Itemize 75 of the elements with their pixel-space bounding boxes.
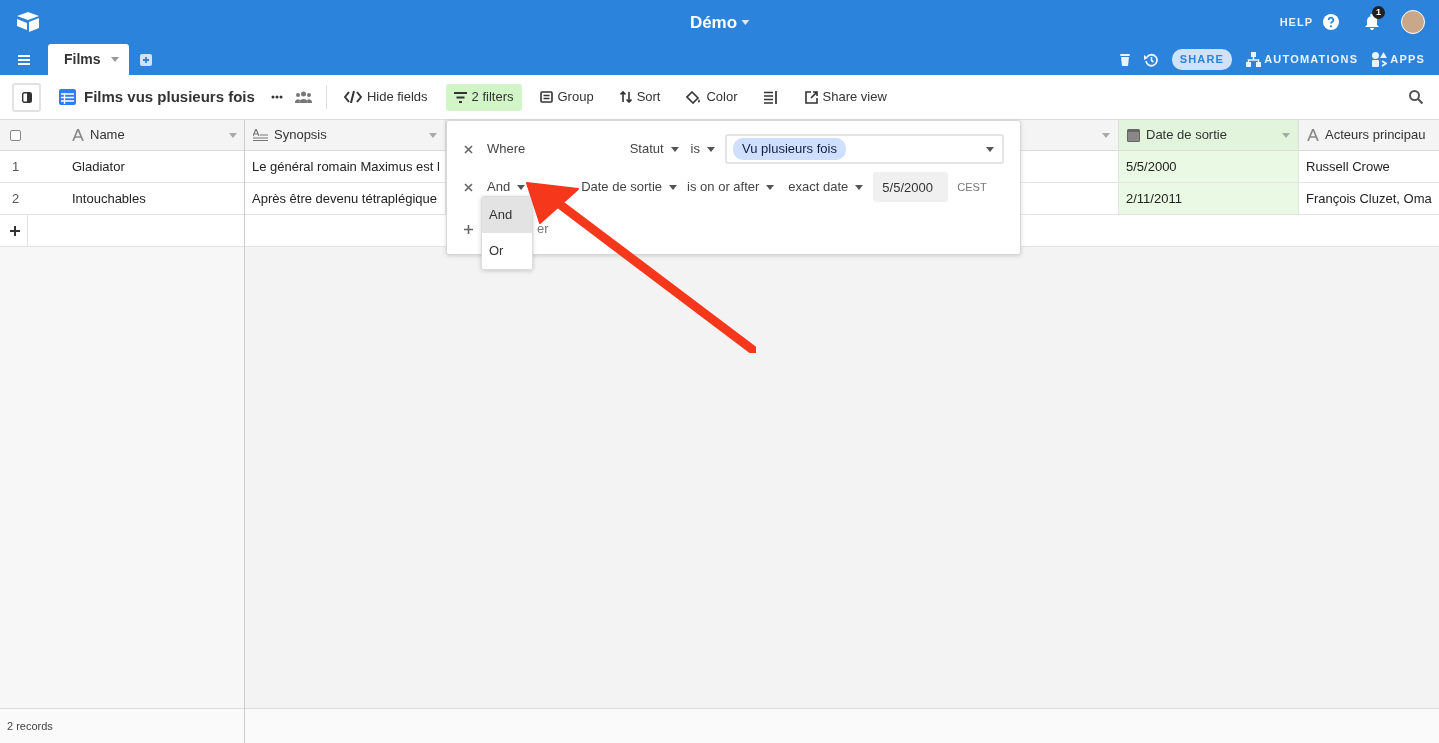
paint-bucket-icon [686, 90, 702, 104]
view-name[interactable]: Films vus plusieurs fois [84, 85, 255, 109]
box-logo-icon[interactable] [16, 12, 40, 32]
search-icon[interactable] [1409, 90, 1423, 104]
menu-icon[interactable] [18, 54, 30, 65]
paragraph-icon [253, 129, 268, 141]
code-slash-icon [343, 91, 362, 103]
share-out-icon [804, 90, 818, 104]
table-cell: 2/11/2011 [1119, 183, 1299, 214]
column-header[interactable]: Name [60, 120, 245, 150]
status-tag: Vu plusieurs fois [733, 138, 846, 160]
table-cell-text: François Cluzet, Oma [1305, 189, 1433, 208]
table-cell-text: Gladiator [71, 157, 126, 176]
sort-button[interactable]: Sort [611, 83, 669, 111]
add-row-icon[interactable] [10, 225, 20, 236]
caret-icon [429, 132, 437, 138]
grid-view-icon [59, 89, 76, 105]
row-number: 2 [11, 189, 21, 208]
caret-icon [229, 132, 237, 138]
record-count: 2 records [7, 718, 53, 734]
automations-button[interactable]: AUTOMATIONS [1246, 51, 1359, 68]
table-cell-text: Intouchables [71, 189, 147, 208]
table-cell: 5/5/2000 [1119, 151, 1299, 182]
field-dropdown[interactable]: Statut [629, 139, 679, 159]
more-icon[interactable] [270, 95, 283, 99]
caret-icon [110, 57, 119, 62]
group-button[interactable]: Group [531, 83, 602, 111]
letter-a-icon [72, 129, 84, 141]
date-input[interactable]: 5/5/2000 [873, 172, 949, 202]
share-view-button[interactable]: Share view [796, 83, 895, 111]
sidebar-icon [21, 91, 32, 103]
column-header[interactable]: Date de sortie [1119, 120, 1299, 150]
people-icon[interactable] [294, 91, 312, 103]
select-all-checkbox[interactable] [10, 129, 21, 141]
field-dropdown[interactable]: Date de sortie [581, 177, 678, 197]
date-mode-dropdown[interactable]: exact date [788, 177, 864, 197]
calendar-icon [1127, 128, 1140, 142]
menu-option[interactable]: Or [482, 233, 532, 269]
timezone-label: CEST [957, 179, 987, 195]
avatar[interactable] [1401, 10, 1425, 34]
letter-a-icon [1307, 129, 1319, 141]
sidebar-toggle-button[interactable] [12, 82, 41, 112]
row-height-icon [763, 90, 779, 104]
operator-dropdown[interactable]: is [690, 139, 715, 159]
remove-filter-icon[interactable] [464, 144, 473, 154]
column-header[interactable]: Acteurs principau [1299, 120, 1439, 150]
conjunction-dropdown[interactable]: And [487, 177, 526, 197]
filter-button[interactable]: 2 filters [445, 83, 522, 111]
menu-option[interactable]: And [482, 197, 532, 233]
hide-fields-button[interactable]: Hide fields [335, 83, 436, 111]
add-filter-link[interactable]: er [537, 219, 549, 239]
add-filter-icon[interactable] [464, 224, 473, 234]
add-table-icon[interactable] [139, 53, 152, 66]
row-number: 1 [11, 157, 21, 176]
shapes-icon [1372, 52, 1388, 67]
base-title[interactable]: Démo [689, 10, 738, 36]
conjunction-label: Where [487, 140, 527, 159]
history-icon[interactable] [1143, 52, 1158, 67]
caret-icon [741, 20, 750, 26]
table-tab[interactable]: Films [48, 44, 129, 75]
bell-icon[interactable] [1365, 14, 1379, 30]
filter-icon [453, 91, 467, 103]
caret-icon [1102, 132, 1110, 138]
caret-icon [1282, 132, 1290, 138]
hierarchy-icon [1246, 52, 1262, 67]
sort-icon [619, 91, 632, 103]
trash-icon[interactable] [1119, 53, 1130, 66]
remove-filter-icon[interactable] [464, 182, 473, 192]
color-button[interactable]: Color [678, 83, 746, 111]
operator-dropdown[interactable]: is on or after [687, 177, 775, 197]
list-icon [539, 91, 553, 103]
help-icon[interactable] [1323, 14, 1339, 30]
notification-badge: 1 [1372, 6, 1385, 19]
value-select[interactable]: Vu plusieurs fois [725, 134, 1004, 164]
table-cell-text: Russell Crowe [1305, 157, 1391, 176]
